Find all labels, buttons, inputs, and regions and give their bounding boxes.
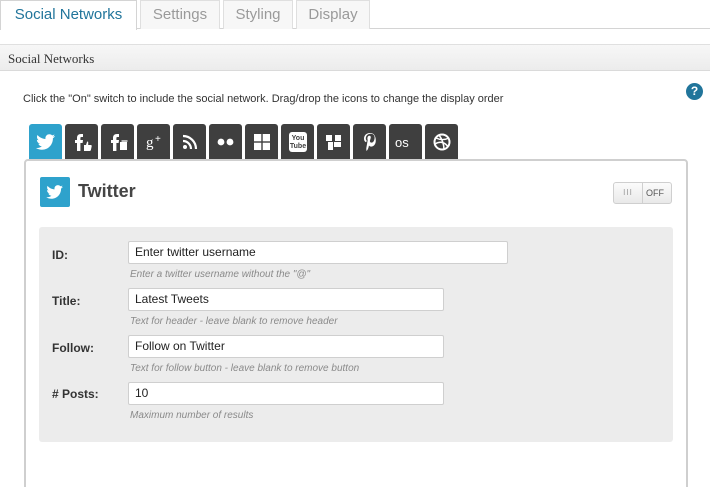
panel-title: Twitter: [78, 181, 136, 201]
title-label: Title:: [52, 294, 81, 308]
facebook-page-icon[interactable]: [101, 124, 134, 160]
id-help: Enter a twitter username without the "@": [130, 269, 311, 280]
flickr-icon[interactable]: [209, 124, 242, 160]
tab-display[interactable]: Display: [296, 0, 370, 29]
svg-text:+: +: [155, 134, 161, 145]
twitter-icon[interactable]: [29, 124, 62, 160]
digg-icon[interactable]: [317, 124, 350, 160]
youtube-icon[interactable]: You Tube: [281, 124, 314, 160]
lastfm-icon[interactable]: os: [389, 124, 422, 160]
google-plus-icon[interactable]: g +: [137, 124, 170, 160]
posts-field[interactable]: 10: [128, 382, 444, 405]
follow-label: Follow:: [52, 341, 94, 355]
section-header: Social Networks: [0, 44, 710, 71]
top-tab-bar: Social Networks Settings Styling Display: [0, 0, 710, 30]
title-field[interactable]: Latest Tweets: [128, 288, 444, 311]
follow-help: Text for follow button - leave blank to …: [130, 363, 360, 374]
rss-icon[interactable]: [173, 124, 206, 160]
instructions-text: Click the "On" switch to include the soc…: [23, 93, 504, 105]
svg-text:Tube: Tube: [289, 143, 305, 150]
tab-styling[interactable]: Styling: [223, 0, 293, 29]
on-off-switch[interactable]: III OFF: [613, 182, 672, 204]
facebook-icon[interactable]: [65, 124, 98, 160]
network-settings-panel: Twitter III OFF ID: Enter twitter userna…: [24, 159, 688, 487]
posts-label: # Posts:: [52, 387, 99, 401]
title-help: Text for header - leave blank to remove …: [130, 316, 338, 327]
svg-text:You: You: [291, 135, 304, 142]
delicious-icon[interactable]: [245, 124, 278, 160]
id-field[interactable]: Enter twitter username: [128, 241, 508, 264]
svg-text:g: g: [146, 135, 154, 151]
pinterest-icon[interactable]: [353, 124, 386, 160]
switch-handle[interactable]: III: [614, 183, 643, 203]
tab-social-networks[interactable]: Social Networks: [0, 0, 137, 30]
section-title: Social Networks: [8, 51, 95, 66]
dribbble-icon[interactable]: [425, 124, 458, 160]
follow-field[interactable]: Follow on Twitter: [128, 335, 444, 358]
help-icon[interactable]: ?: [686, 83, 703, 100]
switch-label: OFF: [646, 188, 664, 198]
tab-settings[interactable]: Settings: [140, 0, 220, 29]
twitter-logo-icon: [40, 177, 70, 207]
settings-form: ID: Enter twitter username Enter a twitt…: [39, 227, 673, 442]
svg-text:os: os: [395, 135, 409, 149]
posts-help: Maximum number of results: [130, 410, 254, 421]
id-label: ID:: [52, 248, 68, 262]
